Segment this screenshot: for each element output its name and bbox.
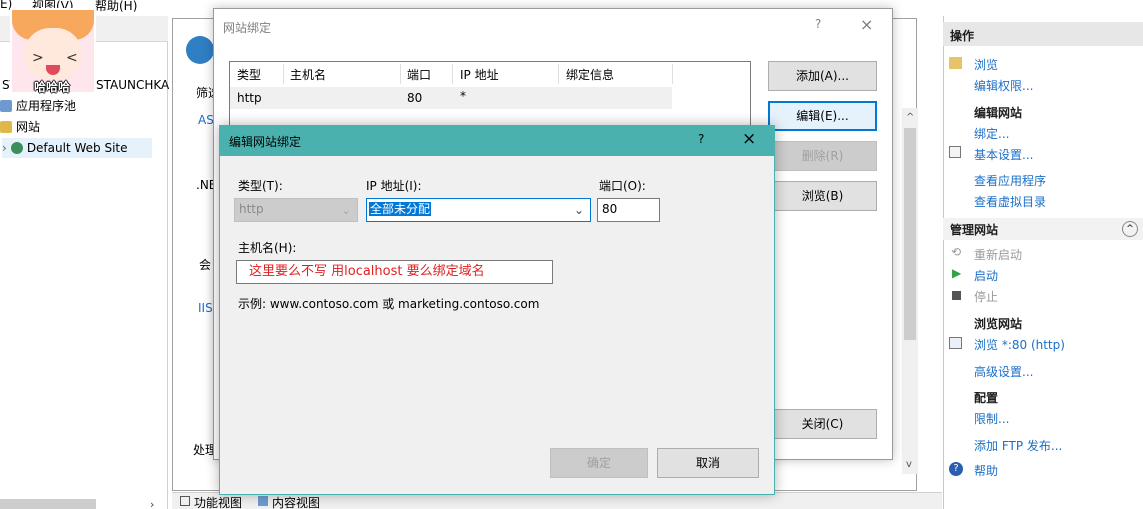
action-group-edit-site: 编辑网站	[974, 106, 1023, 120]
action-advanced-settings[interactable]: 高级设置...	[974, 363, 1033, 380]
action-view-applications[interactable]: 查看应用程序	[974, 172, 1046, 189]
action-stop[interactable]: 停止	[974, 288, 998, 305]
row-type: http	[237, 91, 262, 105]
action-help[interactable]: 帮助	[974, 462, 998, 479]
row-ip: *	[460, 89, 466, 103]
tree-item-sites[interactable]: 网站	[0, 118, 40, 135]
feature-group-iis: IIS	[198, 301, 213, 315]
app-pool-icon	[0, 100, 12, 112]
chevron-right-icon[interactable]: ›	[150, 498, 154, 509]
tree-server-name[interactable]: STAUNCHKA	[96, 78, 169, 92]
col-divider	[558, 64, 559, 84]
feature-group-asp: AS	[198, 113, 214, 127]
restart-icon: ⟲	[951, 245, 962, 259]
type-select-value: http	[239, 202, 264, 216]
tree-item-label: Default Web Site	[26, 141, 128, 155]
chevron-up-icon[interactable]: ^	[906, 112, 914, 123]
cancel-button[interactable]: 取消	[657, 448, 759, 478]
avatar-eye-left: >	[32, 50, 44, 66]
remove-binding-button[interactable]: 删除(R)	[768, 141, 877, 171]
chevron-down-icon: ⌄	[340, 203, 351, 217]
globe-icon	[186, 36, 214, 64]
features-scroll-thumb[interactable]	[904, 128, 916, 340]
edit-binding-button[interactable]: 编辑(E)...	[768, 101, 877, 131]
avatar: > < 哈哈哈	[10, 8, 96, 94]
tree-item-app-pools[interactable]: 应用程序池	[0, 97, 76, 114]
action-group-manage-site: 管理网站	[950, 223, 999, 237]
host-label: 主机名(H):	[238, 241, 297, 255]
actions-title: 操作	[950, 29, 975, 43]
help-icon: ?	[949, 462, 963, 476]
ip-address-value: 全部未分配	[369, 202, 432, 216]
start-icon: ▶	[952, 266, 962, 280]
port-input[interactable]: 80	[597, 198, 660, 222]
browse-binding-button[interactable]: 浏览(B)	[768, 181, 877, 211]
host-input-value: 这里要么不写 用localhost 要么绑定域名	[249, 264, 485, 279]
stop-icon	[952, 291, 961, 300]
table-row[interactable]	[230, 87, 672, 109]
ip-label: IP 地址(I):	[366, 179, 422, 193]
ip-address-combo[interactable]: 全部未分配 ⌄	[366, 198, 591, 222]
tree-item-label: 应用程序池	[16, 99, 77, 113]
edit-binding-title: 编辑网站绑定	[229, 135, 302, 149]
features-view-icon	[180, 496, 190, 506]
tree-hscroll-thumb[interactable]	[0, 499, 96, 509]
action-browse-80[interactable]: 浏览 *:80 (http)	[974, 336, 1065, 353]
ok-button[interactable]: 确定	[550, 448, 648, 478]
col-info[interactable]: 绑定信息	[566, 66, 614, 83]
collapse-icon[interactable]: ^	[1122, 221, 1138, 237]
type-select[interactable]: http ⌄	[234, 198, 358, 222]
action-start[interactable]: 启动	[974, 267, 998, 284]
col-host[interactable]: 主机名	[290, 66, 326, 83]
col-divider	[452, 64, 453, 84]
settings-icon	[949, 146, 961, 158]
chevron-right-icon[interactable]: ›	[2, 141, 7, 155]
close-icon[interactable]: ×	[742, 129, 756, 149]
col-divider	[672, 64, 673, 84]
action-view-virtual-dirs[interactable]: 查看虚拟目录	[974, 193, 1046, 210]
close-icon[interactable]: ×	[860, 15, 873, 34]
host-input[interactable]: 这里要么不写 用localhost 要么绑定域名	[236, 260, 553, 284]
port-label: 端口(O):	[599, 179, 646, 193]
action-bindings[interactable]: 绑定...	[974, 125, 1009, 142]
edit-binding-titlebar	[220, 126, 774, 156]
action-browse[interactable]: 浏览	[974, 56, 998, 73]
content-view-icon	[258, 496, 268, 506]
help-icon[interactable]: ?	[815, 17, 821, 31]
action-group-browse-site: 浏览网站	[974, 317, 1023, 331]
add-binding-button[interactable]: 添加(A)...	[768, 61, 877, 91]
action-edit-permissions[interactable]: 编辑权限...	[974, 77, 1033, 94]
action-restart[interactable]: 重新启动	[974, 246, 1022, 263]
menu-help[interactable]: 帮助(H)	[95, 0, 137, 14]
action-group-configure: 配置	[974, 391, 999, 405]
tab-features-view[interactable]: 功能视图	[194, 494, 242, 509]
col-divider	[283, 64, 284, 84]
action-basic-settings[interactable]: 基本设置...	[974, 146, 1033, 163]
close-dialog-button[interactable]: 关闭(C)	[768, 409, 877, 439]
col-port[interactable]: 端口	[407, 66, 431, 83]
chevron-down-icon[interactable]: v	[906, 459, 912, 470]
actions-pane	[943, 16, 1143, 509]
avatar-eye-right: <	[66, 50, 78, 66]
browser-icon	[949, 337, 962, 349]
browse-folder-icon	[949, 57, 962, 69]
action-add-ftp[interactable]: 添加 FTP 发布...	[974, 437, 1062, 454]
col-ip[interactable]: IP 地址	[460, 66, 499, 83]
action-limits[interactable]: 限制...	[974, 410, 1009, 427]
type-label: 类型(T):	[238, 179, 283, 193]
chevron-down-icon[interactable]: ⌄	[574, 200, 584, 220]
site-bindings-title: 网站绑定	[223, 21, 272, 35]
feature-session[interactable]: 会	[199, 256, 211, 273]
folder-icon	[0, 121, 12, 133]
col-type[interactable]: 类型	[237, 66, 261, 83]
help-icon[interactable]: ?	[698, 132, 704, 146]
globe-icon	[10, 142, 23, 154]
avatar-caption: 哈哈哈	[34, 80, 71, 94]
row-port: 80	[407, 91, 423, 105]
col-divider	[400, 64, 401, 84]
tree-item-default-web-site[interactable]: › Default Web Site	[2, 138, 152, 158]
host-example: 示例: www.contoso.com 或 marketing.contoso.…	[238, 297, 540, 311]
tree-item-label: 网站	[16, 120, 41, 134]
tab-content-view[interactable]: 内容视图	[272, 494, 320, 509]
